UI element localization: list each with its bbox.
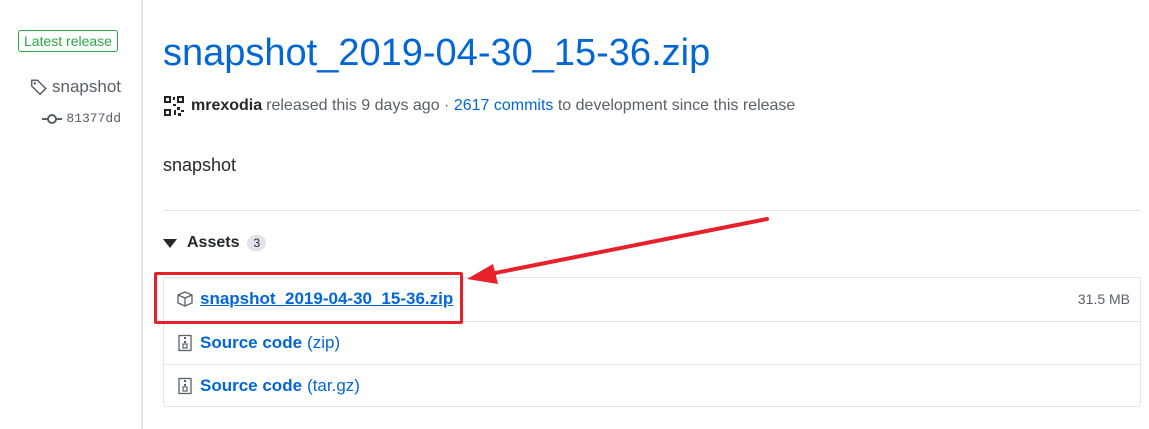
tag-icon: [30, 79, 47, 96]
release-tag[interactable]: snapshot: [30, 77, 121, 97]
commit-sha: 81377dd: [66, 111, 121, 126]
release-title[interactable]: snapshot_2019-04-30_15-36.zip: [163, 32, 710, 75]
release-body: snapshot: [163, 155, 237, 175]
commit-icon: [42, 113, 63, 124]
commits-suffix: to development since this release: [557, 97, 796, 114]
author-name[interactable]: mrexodia: [191, 97, 262, 115]
commits-link[interactable]: 2617 commits: [454, 97, 554, 115]
zip-file-icon: [178, 334, 192, 352]
asset-size: 31.5 MB: [1077, 291, 1130, 307]
annotation-highlight-box: [154, 272, 463, 324]
assets-heading: Assets: [187, 234, 240, 251]
release-sidebar: Latest release snapshot 81377dd: [0, 0, 143, 429]
assets-toggle[interactable]: Assets 3: [163, 234, 267, 252]
tag-label: snapshot: [52, 77, 121, 96]
source-targz-link[interactable]: Source code: [200, 376, 302, 396]
latest-release-badge: Latest release: [18, 30, 118, 52]
asset-row: Source code (zip): [164, 321, 1140, 364]
avatar[interactable]: [163, 95, 185, 117]
source-zip-suffix[interactable]: (zip): [307, 333, 340, 353]
zip-file-icon: [178, 377, 192, 395]
source-targz-suffix[interactable]: (tar.gz): [307, 376, 360, 396]
release-commit[interactable]: 81377dd: [42, 111, 121, 126]
asset-row: Source code (tar.gz): [164, 364, 1140, 407]
source-zip-link[interactable]: Source code: [200, 333, 302, 353]
released-text: released this 9 days ago ·: [266, 97, 450, 114]
release-meta: mrexodia released this 9 days ago · 2617…: [163, 95, 795, 117]
assets-count: 3: [247, 235, 267, 251]
section-divider: [163, 210, 1141, 211]
caret-down-icon: [163, 238, 177, 248]
